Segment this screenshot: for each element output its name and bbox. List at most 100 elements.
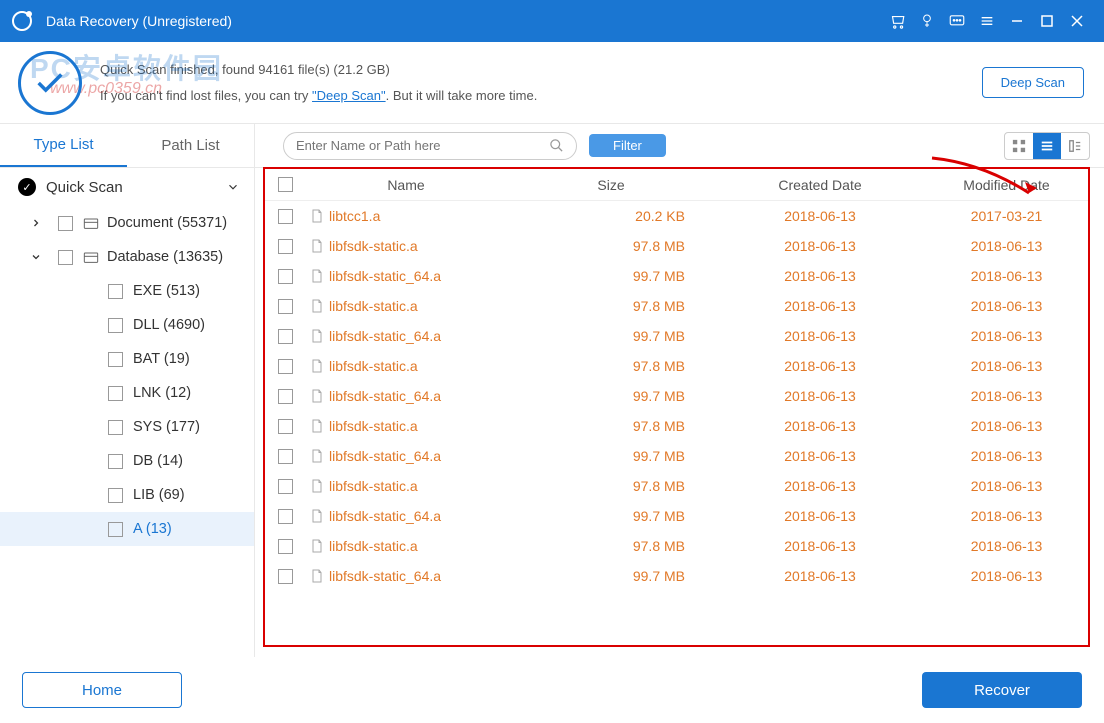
col-name[interactable]: Name [305, 177, 507, 193]
file-name: libfsdk-static_64.a [329, 508, 441, 524]
file-created: 2018-06-13 [715, 238, 925, 254]
tree-checkbox[interactable] [108, 522, 123, 537]
tree-item[interactable]: DLL (4690) [0, 308, 254, 342]
tree-checkbox[interactable] [58, 216, 73, 231]
tree-item[interactable]: EXE (513) [0, 274, 254, 308]
row-checkbox[interactable] [278, 419, 293, 434]
tab-type-list[interactable]: Type List [0, 124, 127, 167]
table-row[interactable]: libfsdk-static_64.a99.7 MB2018-06-132018… [265, 381, 1088, 411]
col-created[interactable]: Created Date [715, 177, 925, 193]
filter-button[interactable]: Filter [589, 134, 666, 157]
tree-item[interactable]: DB (14) [0, 444, 254, 478]
scan-hint-line: If you can't find lost files, you can tr… [100, 83, 982, 109]
tree-item[interactable]: LNK (12) [0, 376, 254, 410]
table-row[interactable]: libfsdk-static.a97.8 MB2018-06-132018-06… [265, 291, 1088, 321]
row-checkbox[interactable] [278, 269, 293, 284]
tree-checkbox[interactable] [58, 250, 73, 265]
check-dot-icon: ✓ [18, 178, 36, 196]
file-size: 97.8 MB [507, 538, 715, 554]
file-icon [311, 389, 323, 403]
row-checkbox[interactable] [278, 479, 293, 494]
tree-checkbox[interactable] [108, 284, 123, 299]
row-checkbox[interactable] [278, 389, 293, 404]
row-checkbox[interactable] [278, 359, 293, 374]
file-icon [311, 419, 323, 433]
chevron-down-icon [226, 180, 240, 194]
col-modified[interactable]: Modified Date [925, 177, 1088, 193]
file-created: 2018-06-13 [715, 508, 925, 524]
file-size: 97.8 MB [507, 238, 715, 254]
table-row[interactable]: libfsdk-static.a97.8 MB2018-06-132018-06… [265, 231, 1088, 261]
table-row[interactable]: libfsdk-static.a97.8 MB2018-06-132018-06… [265, 531, 1088, 561]
row-checkbox[interactable] [278, 449, 293, 464]
minimize-button[interactable] [1002, 6, 1032, 36]
row-checkbox[interactable] [278, 569, 293, 584]
tree-item[interactable]: Database (13635) [0, 240, 254, 274]
file-size: 97.8 MB [507, 298, 715, 314]
file-created: 2018-06-13 [715, 358, 925, 374]
select-all-checkbox[interactable] [278, 177, 293, 192]
file-created: 2018-06-13 [715, 328, 925, 344]
chevron-icon[interactable] [30, 251, 48, 263]
table-row[interactable]: libtcc1.a20.2 KB2018-06-132017-03-21 [265, 201, 1088, 231]
maximize-button[interactable] [1032, 6, 1062, 36]
tree-item[interactable]: SYS (177) [0, 410, 254, 444]
tree-checkbox[interactable] [108, 488, 123, 503]
tree-checkbox[interactable] [108, 420, 123, 435]
window-title: Data Recovery (Unregistered) [46, 13, 232, 29]
table-row[interactable]: libfsdk-static.a97.8 MB2018-06-132018-06… [265, 471, 1088, 501]
home-button[interactable]: Home [22, 672, 182, 708]
row-checkbox[interactable] [278, 509, 293, 524]
search-icon[interactable] [549, 138, 564, 153]
file-modified: 2018-06-13 [925, 418, 1088, 434]
feedback-icon[interactable] [942, 6, 972, 36]
row-checkbox[interactable] [278, 299, 293, 314]
file-created: 2018-06-13 [715, 268, 925, 284]
row-checkbox[interactable] [278, 329, 293, 344]
row-checkbox[interactable] [278, 239, 293, 254]
deep-scan-button[interactable]: Deep Scan [982, 67, 1084, 98]
file-created: 2018-06-13 [715, 448, 925, 464]
file-modified: 2018-06-13 [925, 238, 1088, 254]
tree-label: A (13) [133, 521, 172, 537]
table-row[interactable]: libfsdk-static.a97.8 MB2018-06-132018-06… [265, 351, 1088, 381]
col-size[interactable]: Size [507, 177, 715, 193]
tree-item[interactable]: BAT (19) [0, 342, 254, 376]
tree-checkbox[interactable] [108, 386, 123, 401]
detail-view-icon[interactable] [1061, 133, 1089, 159]
file-modified: 2018-06-13 [925, 568, 1088, 584]
tree-item[interactable]: Document (55371) [0, 206, 254, 240]
row-checkbox[interactable] [278, 539, 293, 554]
tree-item[interactable]: A (13) [0, 512, 254, 546]
table-row[interactable]: libfsdk-static_64.a99.7 MB2018-06-132018… [265, 561, 1088, 591]
deep-scan-link[interactable]: "Deep Scan" [312, 88, 386, 103]
tree-checkbox[interactable] [108, 352, 123, 367]
table-row[interactable]: libfsdk-static_64.a99.7 MB2018-06-132018… [265, 501, 1088, 531]
sidebar: Type List Path List ✓ Quick Scan Documen… [0, 124, 255, 657]
table-row[interactable]: libfsdk-static_64.a99.7 MB2018-06-132018… [265, 441, 1088, 471]
file-icon [311, 239, 323, 253]
table-row[interactable]: libfsdk-static.a97.8 MB2018-06-132018-06… [265, 411, 1088, 441]
tree-checkbox[interactable] [108, 318, 123, 333]
table-row[interactable]: libfsdk-static_64.a99.7 MB2018-06-132018… [265, 261, 1088, 291]
close-button[interactable] [1062, 6, 1092, 36]
menu-icon[interactable] [972, 6, 1002, 36]
table-row[interactable]: libfsdk-static_64.a99.7 MB2018-06-132018… [265, 321, 1088, 351]
tree-item[interactable]: LIB (69) [0, 478, 254, 512]
file-name: libfsdk-static_64.a [329, 448, 441, 464]
quick-scan-row[interactable]: ✓ Quick Scan [0, 168, 254, 206]
success-check-icon [18, 51, 82, 115]
grid-view-icon[interactable] [1005, 133, 1033, 159]
search-box[interactable] [283, 132, 577, 160]
tree-checkbox[interactable] [108, 454, 123, 469]
list-view-icon[interactable] [1033, 133, 1061, 159]
row-checkbox[interactable] [278, 209, 293, 224]
key-icon[interactable] [912, 6, 942, 36]
recover-button[interactable]: Recover [922, 672, 1082, 708]
cart-icon[interactable] [882, 6, 912, 36]
file-icon [311, 269, 323, 283]
tab-path-list[interactable]: Path List [127, 124, 254, 167]
chevron-icon[interactable] [30, 217, 48, 229]
view-toggle [1004, 132, 1090, 160]
search-input[interactable] [296, 138, 549, 153]
